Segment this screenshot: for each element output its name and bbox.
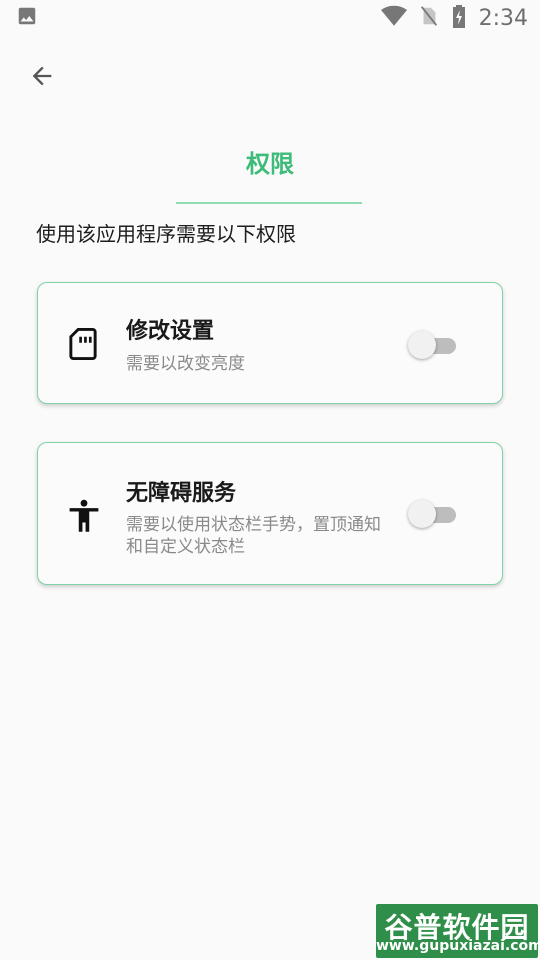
- clock: 2:34: [478, 5, 528, 31]
- accessibility-toggle[interactable]: [408, 498, 458, 530]
- battery-charging-icon: [451, 4, 467, 32]
- accessibility-icon: [68, 499, 100, 537]
- wifi-icon: [380, 5, 407, 31]
- permission-title: 修改设置: [126, 319, 215, 344]
- permission-description: 需要以使用状态栏手势，置顶通知和自定义状态栏: [126, 515, 381, 557]
- permission-card-accessibility[interactable]: 无障碍服务 需要以使用状态栏手势，置顶通知和自定义状态栏: [37, 442, 503, 585]
- watermark-logo: 谷普软件园 www.gupuxiazai.com: [376, 904, 540, 958]
- image-icon: [16, 5, 38, 31]
- no-sim-icon: [419, 5, 439, 31]
- status-bar: 2:34: [0, 0, 540, 36]
- permission-card-modify-settings[interactable]: 修改设置 需要以改变亮度: [37, 282, 503, 404]
- back-button[interactable]: [22, 58, 62, 98]
- permission-title: 无障碍服务: [126, 481, 237, 506]
- title-divider: [176, 202, 362, 204]
- toggle-thumb: [408, 500, 436, 528]
- modify-settings-toggle[interactable]: [408, 329, 458, 361]
- page-title: 权限: [246, 150, 294, 178]
- permission-description: 需要以改变亮度: [126, 354, 245, 374]
- toggle-thumb: [408, 331, 436, 359]
- sd-card-icon: [68, 327, 98, 365]
- watermark-url: www.gupuxiazai.com: [376, 938, 540, 954]
- intro-text: 使用该应用程序需要以下权限: [36, 222, 296, 246]
- arrow-left-icon: [28, 62, 56, 94]
